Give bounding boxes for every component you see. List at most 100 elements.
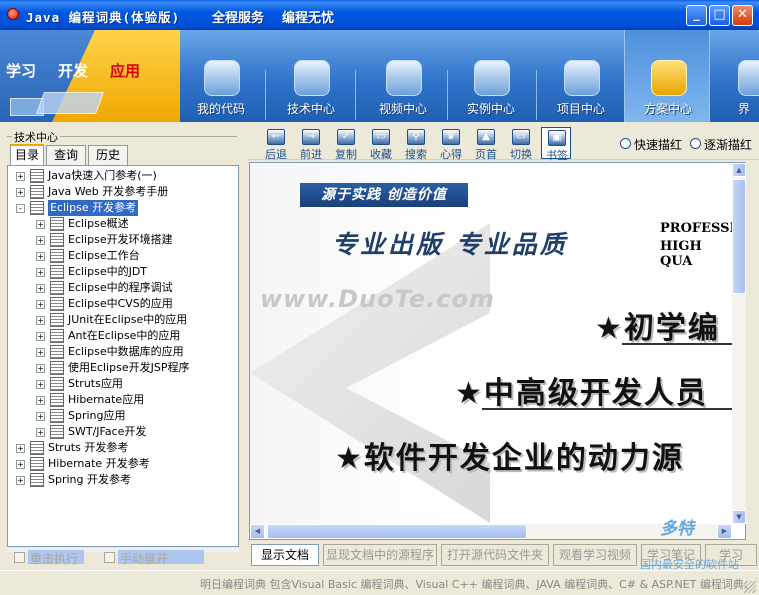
expand-icon[interactable]: + xyxy=(36,220,45,229)
toolbar-button[interactable]: → 前进 xyxy=(296,127,326,161)
expand-icon[interactable]: + xyxy=(36,364,45,373)
scroll-up-icon[interactable]: ▲ xyxy=(732,163,746,177)
expand-icon[interactable]: + xyxy=(16,172,25,181)
tab-open-source-folder[interactable]: 打开源代码文件夹 xyxy=(441,544,549,566)
nav-tech-center[interactable]: 技术中心 xyxy=(268,30,354,122)
tree-item-label: Spring应用 xyxy=(68,409,126,422)
document-icon xyxy=(50,329,64,343)
tree-item[interactable]: + JUnit在Eclipse中的应用 xyxy=(8,312,238,328)
minimize-button[interactable]: _ xyxy=(686,5,707,26)
nav-solution-center[interactable]: 方案中心 xyxy=(624,30,710,122)
expand-icon[interactable]: + xyxy=(36,348,45,357)
expand-icon[interactable]: + xyxy=(36,268,45,277)
tree-item[interactable]: + Eclipse开发环境搭建 xyxy=(8,232,238,248)
radio-fast-highlight[interactable] xyxy=(620,138,631,149)
tree-item[interactable]: + Spring 开发参考 xyxy=(8,472,238,488)
tree-item[interactable]: + SWT/JFace开发 xyxy=(8,424,238,440)
radio-gradual-highlight-label: 逐渐描红 xyxy=(704,138,753,152)
window-title: Java 编程词典(体验版) xyxy=(26,10,181,25)
tree-item[interactable]: + Eclipse中CVS的应用 xyxy=(8,296,238,312)
scroll-left-icon[interactable]: ◀ xyxy=(250,524,265,539)
tab-contents[interactable]: 目录 xyxy=(10,144,44,166)
expand-icon[interactable]: + xyxy=(36,428,45,437)
document-icon xyxy=(50,393,64,407)
nav-my-code[interactable]: 我的代码 xyxy=(178,30,264,122)
monitors-icon xyxy=(474,60,510,96)
scroll-down-icon[interactable]: ▼ xyxy=(732,510,746,524)
expand-icon[interactable]: + xyxy=(36,284,45,293)
scroll-right-icon[interactable]: ▶ xyxy=(717,524,732,539)
tab-history[interactable]: 历史 xyxy=(88,145,128,165)
toolbar-button[interactable]: ▭ 收藏 xyxy=(366,127,396,161)
tree-item[interactable]: + Spring应用 xyxy=(8,408,238,424)
toolbar-button[interactable]: ← 后退 xyxy=(261,127,291,161)
toolbar-icon: ▲ xyxy=(477,129,495,145)
nav-interface[interactable]: 界 xyxy=(712,30,759,122)
tree-item[interactable]: + Eclipse中的程序调试 xyxy=(8,280,238,296)
nav-label: 实例中心 xyxy=(466,102,515,116)
content-vscrollbar[interactable]: ▲ ▼ xyxy=(732,163,746,524)
toolbar-button[interactable]: ✓ 复制 xyxy=(331,127,361,161)
tree-item[interactable]: + Hibernate应用 xyxy=(8,392,238,408)
tab-watch-video[interactable]: 观看学习视频 xyxy=(553,544,637,566)
radio-gradual-highlight[interactable] xyxy=(690,138,701,149)
ad-english-1: PROFESSI xyxy=(660,221,735,236)
expand-icon[interactable]: + xyxy=(36,236,45,245)
expand-icon[interactable]: + xyxy=(16,188,25,197)
tree-item-label: 使用Eclipse开发JSP程序 xyxy=(68,361,190,374)
tree-view[interactable]: + Java快速入门参考(一) + Java Web 开发参考手册 - Eclipse 开… xyxy=(7,165,239,547)
tree-item[interactable]: + Java快速入门参考(一) xyxy=(8,168,238,184)
tree-item[interactable]: + Struts 开发参考 xyxy=(8,440,238,456)
expand-icon[interactable]: + xyxy=(36,332,45,341)
hscroll-thumb[interactable] xyxy=(267,524,527,539)
document-icon xyxy=(30,185,44,199)
tree-item[interactable]: + Ant在Eclipse中的应用 xyxy=(8,328,238,344)
expand-icon[interactable]: + xyxy=(16,460,25,469)
toolbar-button[interactable]: ⚲ 搜索 xyxy=(401,127,431,161)
nav-example-center[interactable]: 实例中心 xyxy=(448,30,534,122)
maximize-button[interactable]: □ xyxy=(709,5,730,26)
expand-icon[interactable]: + xyxy=(36,412,45,421)
tree-item[interactable]: + Eclipse中数据库的应用 xyxy=(8,344,238,360)
resize-grip-icon[interactable] xyxy=(744,581,756,593)
ad-banner: 源于实践 创造价值 专业出版 专业品质 PROFESSI HIGH QUA ww… xyxy=(250,163,735,525)
document-icon xyxy=(50,297,64,311)
expand-icon[interactable]: + xyxy=(16,476,25,485)
scroll-thumb[interactable] xyxy=(732,179,746,294)
tree-item-label: Hibernate应用 xyxy=(68,393,145,406)
tree-item[interactable]: + Eclipse工作台 xyxy=(8,248,238,264)
expand-icon[interactable]: + xyxy=(36,252,45,261)
toolbar-button[interactable]: ▣ 书签 xyxy=(541,127,571,162)
tab-search[interactable]: 查询 xyxy=(46,145,86,165)
content-view[interactable]: 源于实践 创造价值 专业出版 专业品质 PROFESSI HIGH QUA ww… xyxy=(249,162,746,540)
tab-show-source[interactable]: 显现文档中的源程序 xyxy=(323,544,437,566)
toolbar-button[interactable]: ▲ 页首 xyxy=(471,127,501,161)
expand-icon[interactable]: + xyxy=(36,300,45,309)
checkbox-click-exec[interactable] xyxy=(14,552,25,563)
ad-line-3: ★软件开发企业的动力源 xyxy=(335,441,684,476)
expand-icon[interactable]: + xyxy=(36,380,45,389)
tree-item[interactable]: - Eclipse 开发参考 xyxy=(8,200,238,216)
toolbar-button[interactable]: ♛ 心得 xyxy=(436,127,466,161)
tree-item[interactable]: + Hibernate 开发参考 xyxy=(8,456,238,472)
close-button[interactable]: ✕ xyxy=(732,5,753,26)
document-icon xyxy=(50,249,64,263)
expand-icon[interactable]: + xyxy=(36,396,45,405)
tree-item[interactable]: + Eclipse概述 xyxy=(8,216,238,232)
document-icon xyxy=(50,265,64,279)
nav-video-center[interactable]: 视频中心 xyxy=(360,30,446,122)
nav-project-center[interactable]: 项目中心 xyxy=(538,30,624,122)
tree-item[interactable]: + 使用Eclipse开发JSP程序 xyxy=(8,360,238,376)
collapse-icon[interactable]: - xyxy=(16,204,25,213)
tab-show-document[interactable]: 显示文档 xyxy=(251,544,319,566)
tree-item[interactable]: + Java Web 开发参考手册 xyxy=(8,184,238,200)
expand-icon[interactable]: + xyxy=(36,316,45,325)
checkbox-manual-expand[interactable] xyxy=(104,552,115,563)
tree-item[interactable]: + Eclipse中的JDT xyxy=(8,264,238,280)
document-icon xyxy=(30,441,44,455)
tree-item[interactable]: + Struts应用 xyxy=(8,376,238,392)
toolbar-button[interactable]: ▭ 切换 xyxy=(506,127,536,161)
app-icon[interactable] xyxy=(7,8,19,20)
title-slogan-1: 全程服务 xyxy=(212,11,265,26)
expand-icon[interactable]: + xyxy=(16,444,25,453)
